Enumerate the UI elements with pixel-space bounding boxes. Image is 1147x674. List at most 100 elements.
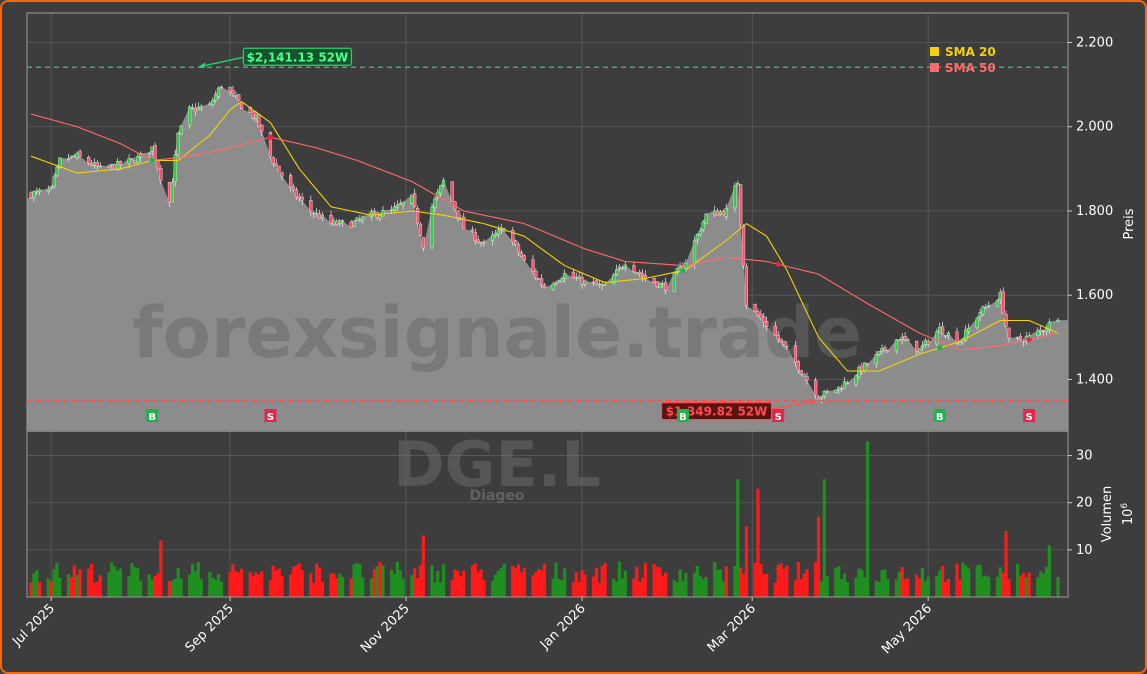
volume-bar bbox=[361, 577, 365, 597]
volume-bar bbox=[987, 576, 991, 597]
volume-bar bbox=[802, 573, 806, 597]
candle-body bbox=[966, 327, 971, 332]
volume-bar bbox=[58, 577, 62, 597]
volume-bar bbox=[640, 577, 645, 597]
candle-body bbox=[863, 362, 867, 372]
volume-bar bbox=[439, 582, 443, 597]
candle-body bbox=[926, 340, 930, 345]
volume-bar bbox=[410, 574, 414, 597]
candle-body bbox=[816, 396, 821, 400]
volume-bar bbox=[736, 479, 740, 597]
candle-body bbox=[534, 270, 538, 278]
candle-body bbox=[372, 210, 376, 214]
candle-body bbox=[658, 282, 662, 288]
candle-body bbox=[95, 162, 99, 167]
candle-body bbox=[430, 206, 434, 248]
volume-bar bbox=[147, 574, 151, 597]
volume-bar bbox=[78, 569, 82, 597]
candle-body bbox=[814, 380, 818, 396]
candle-body bbox=[635, 272, 639, 274]
volume-bar bbox=[741, 573, 746, 597]
volume-bar bbox=[623, 570, 627, 597]
volume-bar bbox=[583, 574, 587, 597]
candle-body bbox=[188, 106, 192, 126]
volume-bar bbox=[228, 572, 232, 597]
candle-body bbox=[496, 229, 500, 235]
candle-body bbox=[254, 114, 258, 119]
volume-bar bbox=[825, 576, 829, 597]
candle-body bbox=[260, 124, 264, 132]
candle-body bbox=[733, 185, 737, 209]
volume-bar bbox=[563, 568, 567, 597]
candle-body bbox=[516, 244, 521, 253]
candle-body bbox=[92, 162, 97, 166]
candle-body bbox=[441, 180, 446, 186]
volume-exponent-base: 10 bbox=[1121, 509, 1136, 526]
volume-bar bbox=[661, 575, 665, 597]
candle-body bbox=[537, 278, 541, 280]
volume-bar bbox=[519, 572, 524, 597]
candle-body bbox=[456, 210, 460, 218]
candle-body bbox=[580, 277, 584, 285]
candle-body bbox=[110, 164, 114, 166]
candle-body bbox=[340, 220, 345, 223]
candle-body bbox=[591, 281, 596, 284]
candle-body bbox=[866, 363, 870, 365]
volume-bar bbox=[257, 574, 261, 597]
candle-body bbox=[107, 165, 111, 168]
volume-bar bbox=[107, 572, 111, 597]
volume-bar bbox=[456, 571, 460, 597]
volume-bar bbox=[46, 578, 50, 597]
volume-bar bbox=[300, 570, 304, 597]
y-tick-label: 1.800 bbox=[1076, 204, 1113, 219]
volume-bar bbox=[1027, 572, 1031, 597]
candle-body bbox=[167, 182, 172, 203]
candle-body bbox=[113, 164, 117, 170]
volume-bar bbox=[542, 563, 547, 597]
volume-bar bbox=[92, 582, 97, 597]
candle-body bbox=[551, 283, 555, 290]
volume-bar bbox=[398, 570, 402, 597]
volume-bar bbox=[880, 570, 884, 597]
candle-body bbox=[935, 331, 939, 345]
candle-body bbox=[574, 276, 578, 279]
candle-body bbox=[736, 182, 740, 186]
volume-bar bbox=[612, 578, 616, 597]
volume-bar bbox=[724, 566, 728, 597]
volume-bar bbox=[981, 576, 985, 597]
candle-body bbox=[49, 186, 53, 189]
candle-body bbox=[237, 94, 241, 102]
volume-bar bbox=[883, 569, 887, 597]
volume-bar bbox=[834, 567, 838, 597]
volume-bar bbox=[816, 516, 821, 597]
volume-bar bbox=[822, 479, 826, 597]
candle-body bbox=[150, 146, 154, 152]
candle-body bbox=[623, 264, 627, 268]
volume-bar bbox=[496, 570, 500, 597]
candle-body bbox=[617, 266, 622, 269]
volume-bar bbox=[684, 573, 688, 597]
volume-bar bbox=[358, 564, 362, 597]
candle-body bbox=[741, 225, 746, 267]
candle-body bbox=[681, 265, 685, 269]
volume-bar bbox=[765, 573, 769, 597]
candle-body bbox=[632, 265, 636, 273]
candle-body bbox=[557, 280, 561, 282]
candle-body bbox=[701, 221, 705, 230]
signal-label: S bbox=[775, 412, 782, 423]
volume-bar bbox=[638, 582, 642, 597]
chart-frame: forexsignale.trade DGE.L Diageo $2,141.1… bbox=[0, 0, 1147, 674]
volume-bar bbox=[917, 578, 922, 597]
candle-body bbox=[563, 273, 567, 279]
volume-bar bbox=[69, 577, 73, 597]
candle-body bbox=[594, 280, 599, 285]
volume-bar bbox=[375, 566, 379, 597]
candle-body bbox=[600, 284, 604, 287]
candle-body bbox=[704, 213, 708, 224]
signal-label: B bbox=[148, 412, 156, 423]
candle-body bbox=[190, 107, 195, 109]
volume-bar bbox=[476, 572, 480, 597]
candle-body bbox=[975, 317, 979, 328]
volume-bar bbox=[332, 573, 336, 597]
candle-body bbox=[920, 345, 925, 348]
